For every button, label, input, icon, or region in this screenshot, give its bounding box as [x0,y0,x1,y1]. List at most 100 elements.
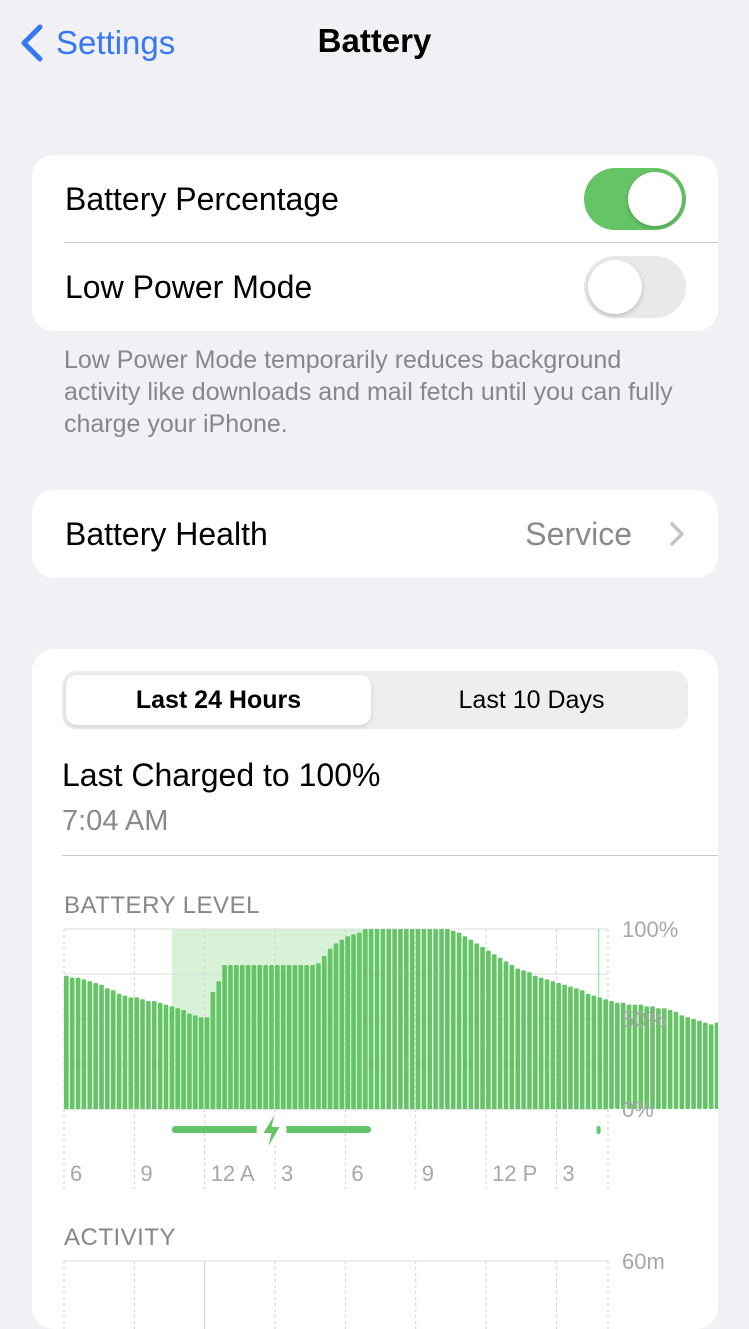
battery-bar [697,1020,702,1109]
battery-bar [398,929,403,1109]
x-tick-label: 6 [70,1161,82,1186]
battery-percentage-toggle[interactable] [584,168,686,230]
low-power-footnote: Low Power Mode temporarily reduces backg… [64,346,673,438]
battery-bar [134,997,140,1109]
battery-bar [474,943,480,1109]
battery-bar [579,990,585,1109]
battery-bar [433,929,438,1109]
battery-bar [245,965,251,1109]
battery-bar [169,1006,175,1109]
battery-bar [128,997,134,1109]
page-title: Battery [317,22,432,59]
y-tick-label: 60m [622,1249,665,1274]
battery-bar [392,929,397,1109]
x-tick-label: 9 [140,1161,152,1186]
battery-bar [427,929,433,1109]
toggle-knob [588,260,642,314]
battery-bar [151,1001,157,1109]
battery-bar [192,1015,198,1109]
battery-bar [222,965,227,1109]
battery-bar [122,995,128,1109]
battery-bar [64,975,69,1109]
battery-bar [550,981,556,1109]
battery-bar [316,963,321,1109]
battery-bar [445,929,450,1109]
battery-bar [251,965,257,1109]
y-tick-label: 100% [622,917,678,942]
usage-card: Last 24 Hours Last 10 Days Last Charged … [32,649,718,1329]
battery-bar [673,1011,679,1109]
battery-bar [591,995,597,1109]
battery-bar [105,988,110,1109]
battery-bar [146,1001,151,1109]
battery-bar [292,965,298,1109]
battery-bar [404,929,409,1109]
battery-bar [380,929,386,1109]
current-time-dot [596,1126,601,1134]
battery-bar [374,929,380,1109]
battery-bar [257,965,263,1109]
battery-bar [339,939,345,1109]
low-power-mode-row: Low Power Mode [32,243,718,331]
battery-bar [456,932,462,1109]
battery-bar [368,929,374,1109]
battery-bar [521,970,526,1109]
battery-bar [503,961,509,1109]
battery-bar [298,965,304,1109]
battery-bar [210,992,216,1109]
battery-bar [87,981,93,1109]
low-power-mode-toggle[interactable] [584,256,686,318]
battery-bar [439,929,444,1109]
toggle-knob [628,172,682,226]
x-tick-label: 9 [422,1161,434,1186]
battery-bar [263,965,268,1109]
battery-bar [515,968,521,1109]
battery-bar [269,965,274,1109]
battery-bar [574,988,579,1109]
battery-bar [532,975,538,1109]
battery-bar [333,943,339,1109]
battery-bar [99,984,104,1109]
battery-health-row[interactable]: Battery Health Service [32,490,718,578]
battery-health-label: Battery Health [65,515,268,552]
battery-bar [345,936,351,1109]
battery-bar [615,1002,620,1109]
y-tick-label: 0% [622,1097,654,1122]
x-tick-label: 6 [351,1161,363,1186]
x-tick-label: 3 [281,1161,293,1186]
battery-percentage-row: Battery Percentage [32,155,718,243]
battery-bar [275,965,280,1109]
x-tick-label: 12 P [492,1161,537,1186]
battery-bar [556,983,562,1109]
battery-bar [157,1002,163,1109]
battery-bar [357,932,362,1109]
battery-bar [609,1001,614,1109]
battery-bar [234,965,239,1109]
battery-bar [486,950,491,1109]
battery-bar [310,965,315,1109]
usage-charts: 100% 50% 0% 6 9 12 A 3 6 9 12 P 3 60m [63,917,718,1329]
battery-bar [603,999,608,1109]
battery-bar [702,1022,708,1109]
battery-bar [75,977,81,1109]
display-settings-card: Battery Percentage Low Power Mode [32,155,718,331]
y-tick-label: 50% [622,1007,666,1032]
battery-health-value: Service [525,515,632,552]
battery-bar [362,929,368,1109]
chevron-right-icon [670,522,684,546]
battery-bar [468,939,474,1109]
battery-bar [280,965,286,1109]
battery-bar [175,1008,181,1109]
battery-bar [198,1017,204,1109]
battery-bar [491,954,497,1109]
battery-bar [187,1013,192,1109]
battery-health-content: Battery Health Service [32,490,718,578]
battery-bar [110,990,116,1109]
x-tick-label: 3 [562,1161,574,1186]
battery-bar [708,1024,714,1109]
battery-bar [497,957,503,1109]
battery-bar [116,993,122,1109]
battery-bar [667,1010,673,1109]
battery-bar [450,930,456,1109]
battery-bar [544,979,550,1109]
